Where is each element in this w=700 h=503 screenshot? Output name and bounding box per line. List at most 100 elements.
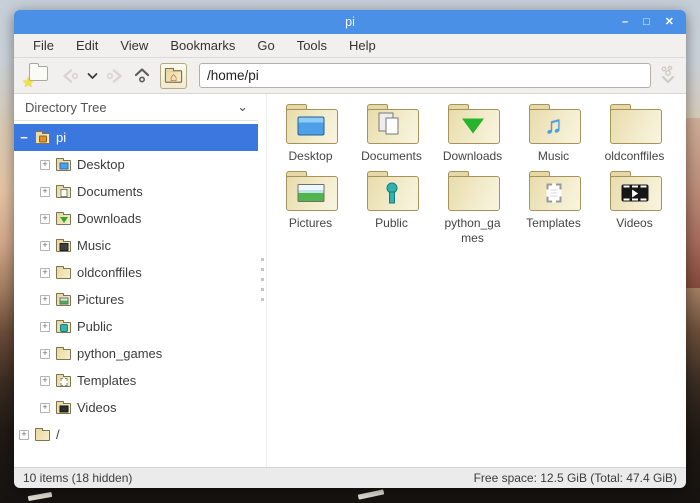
folder-icon bbox=[56, 187, 71, 198]
file-item-label: Desktop bbox=[288, 149, 332, 164]
road-marking bbox=[358, 489, 384, 499]
address-bar-input[interactable] bbox=[199, 63, 651, 88]
file-item-templates[interactable]: Templates bbox=[513, 166, 594, 246]
folder-icon bbox=[610, 104, 660, 142]
close-button[interactable]: ✕ bbox=[665, 17, 674, 28]
folder-icon bbox=[448, 171, 498, 209]
expand-expander-icon[interactable]: + bbox=[40, 376, 50, 386]
up-icon[interactable] bbox=[132, 66, 152, 86]
sidebar-item-label: Desktop bbox=[77, 157, 125, 172]
sidebar-item-python-games[interactable]: + python_games bbox=[14, 340, 258, 367]
history-chevron-down-icon[interactable] bbox=[87, 72, 98, 80]
desktop-emblem-icon bbox=[297, 117, 324, 136]
forward-icon[interactable] bbox=[104, 68, 126, 84]
items-count-text: 10 items (18 hidden) bbox=[23, 471, 132, 485]
titlebar[interactable]: pi – □ ✕ bbox=[14, 10, 686, 34]
desktop-wallpaper bbox=[686, 118, 700, 288]
folder-icon bbox=[56, 322, 71, 333]
file-item-label: python_games bbox=[441, 216, 505, 246]
jump-to-icon[interactable] bbox=[658, 65, 678, 87]
sidebar-item-desktop[interactable]: + Desktop bbox=[14, 151, 258, 178]
expand-expander-icon[interactable]: + bbox=[40, 241, 50, 251]
sidebar-item-root[interactable]: + / bbox=[14, 421, 258, 448]
sidebar-item-music[interactable]: + Music bbox=[14, 232, 258, 259]
expand-expander-icon[interactable]: + bbox=[40, 187, 50, 197]
expand-expander-icon[interactable]: + bbox=[40, 349, 50, 359]
template-document-icon bbox=[546, 184, 561, 203]
sidebar-item-public[interactable]: + Public bbox=[14, 313, 258, 340]
new-tab-icon[interactable]: ★ bbox=[24, 66, 48, 85]
sidebar-item-label: Templates bbox=[77, 373, 136, 388]
road-marking bbox=[28, 492, 53, 501]
file-item-music[interactable]: Music bbox=[513, 99, 594, 164]
folder-icon bbox=[56, 349, 71, 360]
window-title: pi bbox=[345, 15, 355, 29]
folder-icon bbox=[56, 295, 71, 306]
back-icon[interactable] bbox=[59, 68, 81, 84]
folder-icon bbox=[529, 171, 579, 209]
home-folder-icon bbox=[35, 133, 50, 144]
star-icon: ★ bbox=[22, 75, 35, 89]
sidebar-item-templates[interactable]: + Templates bbox=[14, 367, 258, 394]
sidebar-item-videos[interactable]: + Videos bbox=[14, 394, 258, 421]
file-item-python-games[interactable]: python_games bbox=[432, 166, 513, 246]
menu-help[interactable]: Help bbox=[338, 35, 387, 56]
minimize-button[interactable]: – bbox=[622, 17, 628, 28]
file-item-label: Pictures bbox=[289, 216, 332, 231]
sidebar-item-documents[interactable]: + Documents bbox=[14, 178, 258, 205]
sidebar-item-oldconffiles[interactable]: + oldconffiles bbox=[14, 259, 258, 286]
download-arrow-icon bbox=[462, 119, 484, 134]
folder-icon bbox=[367, 171, 417, 209]
file-item-label: Downloads bbox=[443, 149, 502, 164]
chevron-down-icon: ⌄ bbox=[237, 104, 248, 109]
file-item-pictures[interactable]: Pictures bbox=[270, 166, 351, 246]
menubar: File Edit View Bookmarks Go Tools Help bbox=[14, 34, 686, 58]
sidebar-item-downloads[interactable]: + Downloads bbox=[14, 205, 258, 232]
content-area: Directory Tree ⌄ − pi + Desktop + Doc bbox=[14, 94, 686, 467]
filmstrip-icon bbox=[621, 185, 648, 202]
expand-expander-icon[interactable]: + bbox=[40, 160, 50, 170]
expand-expander-icon[interactable]: + bbox=[40, 214, 50, 224]
menu-go[interactable]: Go bbox=[246, 35, 285, 56]
expand-expander-icon[interactable]: + bbox=[40, 322, 50, 332]
expand-expander-icon[interactable]: + bbox=[40, 403, 50, 413]
sidebar-mode-label: Directory Tree bbox=[25, 100, 107, 115]
sidebar-item-label: Pictures bbox=[77, 292, 124, 307]
sidebar-item-pictures[interactable]: + Pictures bbox=[14, 286, 258, 313]
menu-bookmarks[interactable]: Bookmarks bbox=[159, 35, 246, 56]
menu-file[interactable]: File bbox=[22, 35, 65, 56]
menu-edit[interactable]: Edit bbox=[65, 35, 109, 56]
collapse-expander-icon[interactable]: − bbox=[19, 133, 29, 143]
file-item-label: oldconffiles bbox=[605, 149, 665, 164]
file-item-desktop[interactable]: Desktop bbox=[270, 99, 351, 164]
maximize-button[interactable]: □ bbox=[643, 17, 650, 28]
folder-icon bbox=[56, 214, 71, 225]
folder-icon bbox=[56, 376, 71, 387]
file-item-oldconffiles[interactable]: oldconffiles bbox=[594, 99, 675, 164]
menu-tools[interactable]: Tools bbox=[286, 35, 338, 56]
sidebar-item-label: Public bbox=[77, 319, 112, 334]
file-item-videos[interactable]: Videos bbox=[594, 166, 675, 246]
file-item-label: Documents bbox=[361, 149, 422, 164]
folder-icon bbox=[56, 241, 71, 252]
file-item-documents[interactable]: Documents bbox=[351, 99, 432, 164]
window-controls: – □ ✕ bbox=[622, 10, 674, 34]
sidebar-mode-selector[interactable]: Directory Tree ⌄ bbox=[14, 94, 258, 121]
sidebar-item-pi[interactable]: − pi bbox=[14, 124, 258, 151]
pane-splitter[interactable] bbox=[258, 94, 267, 467]
sidebar-item-label: Downloads bbox=[77, 211, 141, 226]
free-space-text: Free space: 12.5 GiB (Total: 47.4 GiB) bbox=[474, 471, 677, 485]
expand-expander-icon[interactable]: + bbox=[19, 430, 29, 440]
toolbar: ★ ⌂ bbox=[14, 58, 686, 94]
folder-icon bbox=[56, 160, 71, 171]
folder-icon bbox=[529, 104, 579, 142]
menu-view[interactable]: View bbox=[109, 35, 159, 56]
file-item-downloads[interactable]: Downloads bbox=[432, 99, 513, 164]
expand-expander-icon[interactable]: + bbox=[40, 268, 50, 278]
sidebar-item-label: / bbox=[56, 427, 60, 442]
file-item-label: Videos bbox=[616, 216, 652, 231]
home-button[interactable]: ⌂ bbox=[160, 63, 187, 89]
file-item-public[interactable]: Public bbox=[351, 166, 432, 246]
expand-expander-icon[interactable]: + bbox=[40, 295, 50, 305]
folder-icon bbox=[56, 403, 71, 414]
